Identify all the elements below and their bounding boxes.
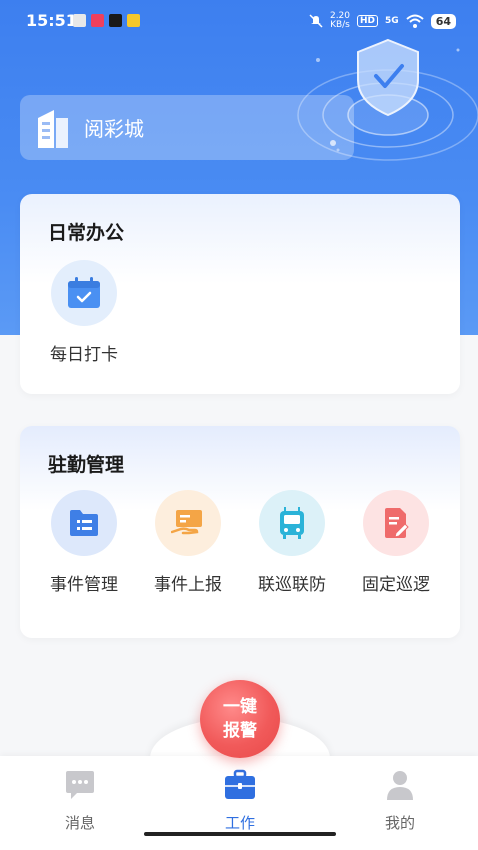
tab-profile[interactable]: 我的 [360, 768, 440, 833]
tab-label: 工作 [224, 814, 255, 832]
event-report-entry[interactable]: 事件上报 [138, 490, 238, 595]
calendar-check-icon [68, 277, 100, 308]
user-icon [387, 771, 413, 800]
company-selector[interactable]: 阅彩城 [20, 95, 354, 160]
notification-app-icon [127, 14, 140, 27]
notification-app-icon [73, 14, 86, 27]
notification-app-icon [91, 14, 104, 27]
net-speed-unit: KB/s [330, 20, 350, 30]
tab-messages[interactable]: 消息 [40, 768, 120, 833]
notification-icons [73, 14, 140, 27]
daily-checkin-entry[interactable]: 每日打卡 [34, 260, 134, 365]
status-bar: 15:51 2.20 KB/s HD 5G 64 [0, 0, 478, 44]
network-type: 5G [385, 16, 399, 26]
chat-icon [66, 771, 94, 799]
building-icon [38, 109, 68, 148]
alarm-line-2: 报警 [223, 721, 257, 741]
home-indicator [144, 832, 336, 836]
mute-icon [309, 14, 323, 28]
daily-office-card: 日常办公 每日打卡 [20, 194, 460, 394]
folder-list-icon [70, 510, 98, 536]
status-time: 15:51 [26, 11, 77, 30]
tab-work[interactable]: 工作 [200, 768, 280, 833]
grid-label: 固定巡逻 [362, 575, 430, 595]
daily-office-title: 日常办公 [48, 222, 125, 244]
document-edit-icon [385, 508, 409, 538]
grid-label: 事件管理 [50, 575, 118, 595]
event-management-entry[interactable]: 事件管理 [34, 490, 134, 595]
tab-label: 消息 [64, 814, 95, 832]
icon-circle [51, 260, 117, 326]
grid-label: 联巡联防 [258, 575, 326, 595]
notification-app-icon [109, 14, 122, 27]
fixed-patrol-entry[interactable]: 固定巡逻 [346, 490, 446, 595]
emergency-alarm-button[interactable]: 一键 报警 [200, 680, 280, 758]
company-name: 阅彩城 [84, 117, 144, 141]
icon-circle [363, 490, 429, 556]
battery-indicator: 64 [430, 13, 456, 29]
joint-patrol-entry[interactable]: 联巡联防 [242, 490, 342, 595]
station-management-title: 驻勤管理 [48, 454, 125, 476]
icon-circle [155, 490, 221, 556]
icon-circle [51, 490, 117, 556]
hand-card-icon [171, 510, 202, 535]
grid-label: 事件上报 [154, 575, 222, 595]
station-management-card: 驻勤管理 事件管理 事件上报 联巡联防 固定巡逻 [20, 426, 460, 638]
bus-icon [280, 507, 304, 539]
net-speed: 2.20 KB/s [330, 12, 350, 30]
decorative-dot [330, 140, 336, 146]
hd-badge: HD [357, 15, 379, 27]
status-indicators: 2.20 KB/s HD 5G 64 [309, 12, 456, 30]
icon-circle [259, 490, 325, 556]
wifi-icon [406, 14, 424, 28]
alarm-line-1: 一键 [223, 697, 257, 717]
briefcase-icon [225, 769, 255, 799]
tab-label: 我的 [384, 814, 415, 832]
grid-label: 每日打卡 [50, 345, 118, 365]
